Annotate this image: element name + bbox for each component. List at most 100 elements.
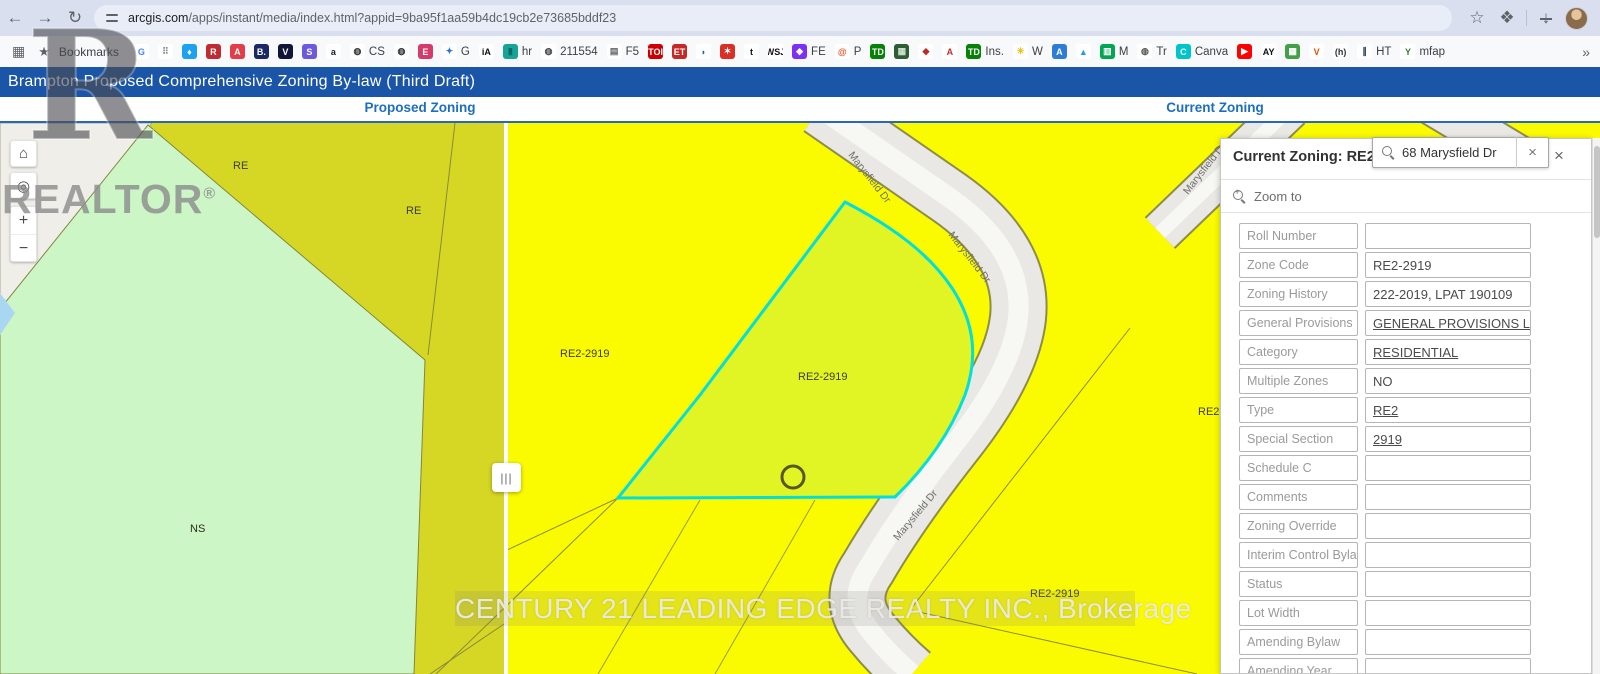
profile-avatar[interactable] bbox=[1565, 7, 1588, 30]
app-title-bar: Brampton Proposed Comprehensive Zoning B… bbox=[0, 67, 1600, 97]
bookmark-favicon[interactable]: ∥ HT bbox=[1357, 44, 1391, 59]
row-value[interactable]: 2919 bbox=[1365, 426, 1531, 452]
bookmark-favicon[interactable]: B. bbox=[254, 44, 269, 59]
table-row: Status bbox=[1221, 571, 1592, 597]
bookmarks-label: Bookmarks bbox=[59, 45, 119, 59]
bookmark-favicon[interactable]: G bbox=[134, 44, 149, 59]
bookmark-favicon[interactable]: WSJ bbox=[768, 44, 783, 59]
clear-search-icon[interactable]: × bbox=[1516, 137, 1548, 168]
bookmark-favicon[interactable]: ▦ bbox=[1285, 44, 1300, 59]
bookmark-favicon[interactable]: ▮ hr bbox=[503, 44, 532, 59]
swipe-handle[interactable]: ||| bbox=[492, 463, 521, 492]
bookmark-favicon[interactable]: ET bbox=[672, 44, 687, 59]
zoom-out-button[interactable]: − bbox=[11, 235, 36, 263]
bookmark-favicon[interactable]: TOI bbox=[648, 44, 663, 59]
bookmark-favicon[interactable]: A bbox=[1052, 44, 1067, 59]
row-label: Status bbox=[1239, 571, 1358, 597]
bookmark-favicon[interactable]: ▤ F5 bbox=[607, 44, 639, 59]
bookmark-favicon[interactable]: iA bbox=[479, 44, 494, 59]
bookmark-favicon[interactable]: ◍ CS bbox=[350, 44, 385, 59]
search-input[interactable] bbox=[1402, 145, 1516, 160]
row-value[interactable]: RE2 bbox=[1365, 397, 1531, 423]
extensions-icon[interactable]: ❖ bbox=[1492, 8, 1522, 28]
row-value[interactable] bbox=[1365, 658, 1531, 674]
bookmark-favicon[interactable]: TD Ins. bbox=[966, 44, 1004, 59]
row-value[interactable] bbox=[1365, 542, 1531, 568]
bookmark-favicon[interactable]: TD bbox=[870, 44, 885, 59]
row-value[interactable] bbox=[1365, 629, 1531, 655]
scrollbar-thumb[interactable] bbox=[1594, 146, 1600, 238]
bookmark-favicon[interactable]: R bbox=[206, 44, 221, 59]
bookmark-favicon[interactable]: E bbox=[418, 44, 433, 59]
bookmark-favicon[interactable]: ◍ 211554 bbox=[541, 44, 598, 59]
bookmark-favicon[interactable]: A bbox=[230, 44, 245, 59]
bookmark-favicon[interactable]: ⠿ bbox=[158, 44, 173, 59]
row-value[interactable]: RE2-2919 bbox=[1365, 252, 1531, 278]
row-value[interactable] bbox=[1365, 571, 1531, 597]
bookmark-favicon[interactable]: ▲ bbox=[1076, 44, 1091, 59]
bookmark-favicon[interactable]: ◗ bbox=[696, 44, 711, 59]
bookmark-favicon[interactable]: V bbox=[278, 44, 293, 59]
zone-label-ns: NS bbox=[190, 523, 205, 535]
row-value[interactable] bbox=[1365, 600, 1531, 626]
row-label: Zoning Override bbox=[1239, 513, 1358, 539]
search-icon bbox=[1382, 146, 1395, 159]
row-label: Comments bbox=[1239, 484, 1358, 510]
bookmark-favicon[interactable]: Y mfap bbox=[1400, 44, 1445, 59]
zoom-to-button[interactable]: + Zoom to bbox=[1221, 179, 1592, 213]
address-bar[interactable]: arcgis.com/apps/instant/media/index.html… bbox=[94, 5, 1452, 31]
row-value[interactable]: NO bbox=[1365, 368, 1531, 394]
home-button[interactable]: ⌂ bbox=[10, 140, 37, 167]
table-row: Roll Number bbox=[1221, 223, 1592, 249]
table-row: Special Section 2919 bbox=[1221, 426, 1592, 452]
bookmark-favicon[interactable]: AY bbox=[1261, 44, 1276, 59]
close-icon[interactable]: × bbox=[1554, 146, 1564, 166]
row-value[interactable]: RESIDENTIAL bbox=[1365, 339, 1531, 365]
bookmark-favicon[interactable]: ◆ bbox=[918, 44, 933, 59]
back-icon[interactable]: ← bbox=[0, 8, 30, 28]
row-value[interactable] bbox=[1365, 223, 1531, 249]
site-info-icon[interactable] bbox=[106, 12, 118, 24]
bookmark-favicon[interactable]: S bbox=[302, 44, 317, 59]
table-row: Zoning History 222-2019, LPAT 190109 bbox=[1221, 281, 1592, 307]
forward-icon[interactable]: → bbox=[30, 8, 60, 28]
bookmark-favicon[interactable]: ▶ bbox=[1237, 44, 1252, 59]
downloads-icon[interactable]: ↓ bbox=[1531, 8, 1561, 28]
bookmarks-star-icon[interactable]: ★ bbox=[38, 44, 50, 60]
row-value[interactable] bbox=[1365, 484, 1531, 510]
bookmark-favicon[interactable]: C Canva bbox=[1176, 44, 1228, 59]
bookmark-favicon[interactable]: ◆ FE bbox=[792, 44, 826, 59]
bookmark-favicon[interactable]: t bbox=[744, 44, 759, 59]
row-value[interactable]: 222-2019, LPAT 190109 bbox=[1365, 281, 1531, 307]
bookmark-favicon[interactable]: ✦ G bbox=[442, 44, 470, 59]
locate-button[interactable]: ◎ bbox=[10, 172, 37, 199]
table-row: Amending Bylaw bbox=[1221, 629, 1592, 655]
bookmark-favicon[interactable]: ◍ bbox=[394, 44, 409, 59]
bookmark-favicon[interactable]: ▦ bbox=[894, 44, 909, 59]
bookmark-favicon[interactable]: (h) bbox=[1333, 44, 1348, 59]
row-label: General Provisions bbox=[1239, 310, 1358, 336]
attribute-table: Roll Number Zone Code RE2-2919 Zoning Hi… bbox=[1221, 223, 1592, 674]
bookmark-favicon[interactable]: V bbox=[1309, 44, 1324, 59]
table-row: Multiple Zones NO bbox=[1221, 368, 1592, 394]
panel-scrollbar[interactable] bbox=[1592, 138, 1600, 674]
bookmark-favicon[interactable]: A bbox=[942, 44, 957, 59]
row-value[interactable]: GENERAL PROVISIONS LINK bbox=[1365, 310, 1531, 336]
zoom-in-button[interactable]: + bbox=[11, 207, 36, 235]
row-value[interactable] bbox=[1365, 455, 1531, 481]
bookmark-favicon[interactable]: @ P bbox=[835, 44, 862, 59]
bookmark-favicon[interactable]: ▥ M bbox=[1100, 44, 1129, 59]
bookmark-star-icon[interactable]: ☆ bbox=[1462, 8, 1492, 28]
bookmark-favicon[interactable]: ✳ W bbox=[1013, 44, 1043, 59]
bookmark-favicon[interactable]: ♦ bbox=[182, 44, 197, 59]
swipe-divider-line[interactable] bbox=[504, 123, 508, 674]
bookmark-favicon[interactable]: ✶ bbox=[720, 44, 735, 59]
row-value[interactable] bbox=[1365, 513, 1531, 539]
apps-grid-icon[interactable]: ▦ bbox=[12, 43, 25, 60]
bookmarks-overflow-icon[interactable]: » bbox=[1576, 44, 1590, 60]
current-zoning-panel: Current Zoning: RE2-2919 + Zoom to Roll … bbox=[1220, 138, 1592, 674]
bookmark-favicon[interactable]: ◍ Tr bbox=[1137, 44, 1166, 59]
bookmark-favicon[interactable]: a bbox=[326, 44, 341, 59]
table-row: Schedule C bbox=[1221, 455, 1592, 481]
refresh-icon[interactable]: ↻ bbox=[60, 8, 90, 28]
